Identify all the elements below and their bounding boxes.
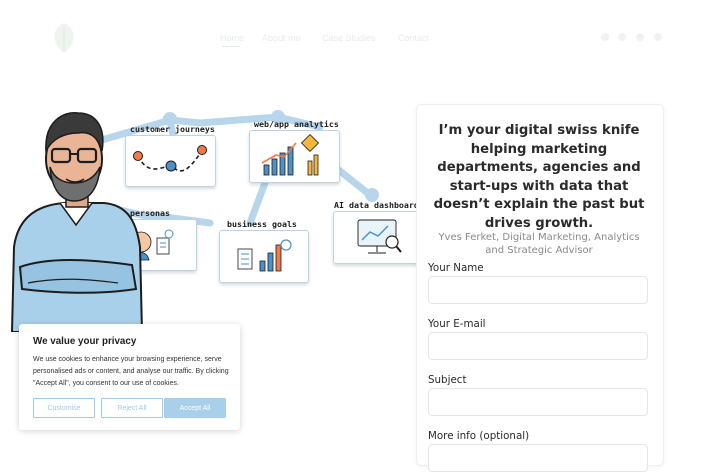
bar-chart-icon — [261, 133, 320, 176]
author-byline: Yves Ferket, Digital Marketing, Analytic… — [438, 232, 640, 256]
subject-field[interactable] — [428, 388, 648, 416]
email-field[interactable] — [428, 332, 648, 360]
nav-case-studies[interactable]: Case Studies — [322, 33, 376, 43]
customise-button[interactable]: Customise — [33, 398, 95, 418]
nav-active-underline — [222, 46, 240, 47]
globe-icon[interactable] — [636, 33, 644, 41]
subject-label: Subject — [428, 374, 467, 386]
cookie-consent-banner: We value your privacy We use cookies to … — [19, 324, 240, 430]
name-field[interactable] — [428, 276, 648, 304]
hero-illustration: customer journeys web/app analytics pers… — [0, 95, 430, 335]
card-ai-dashboards — [333, 211, 423, 264]
label-web-app-analytics: web/app analytics — [254, 119, 339, 129]
email-label: Your E-mail — [428, 318, 486, 330]
site-header: Home About me Case Studies Contact — [0, 0, 720, 80]
card-business-goals — [219, 230, 309, 283]
dashboard-monitor-icon — [357, 219, 402, 254]
label-ai-dashboards: AI data dashboards — [334, 200, 424, 210]
menu-icon[interactable] — [654, 33, 662, 41]
more-info-label: More info (optional) — [428, 430, 530, 442]
nav-home[interactable]: Home — [220, 33, 244, 43]
linkedin-icon[interactable] — [601, 33, 609, 41]
cookie-description: We use cookies to enhance your browsing … — [33, 356, 229, 387]
name-label: Your Name — [428, 262, 484, 274]
label-business-goals: business goals — [227, 219, 297, 229]
nav-about[interactable]: About me — [262, 33, 301, 43]
accept-all-button[interactable]: Accept All — [164, 398, 226, 418]
nav-contact[interactable]: Contact — [398, 33, 429, 43]
advisor-character-illustration — [10, 112, 143, 332]
mail-icon[interactable] — [618, 33, 626, 41]
leaf-logo-icon[interactable] — [44, 20, 84, 56]
cookie-title: We value your privacy — [33, 336, 137, 347]
more-info-field[interactable] — [428, 444, 648, 472]
goals-chart-icon — [237, 239, 292, 272]
card-web-app-analytics — [249, 130, 340, 183]
reject-all-button[interactable]: Reject All — [101, 398, 163, 418]
page-headline: I’m your digital swiss knife helping mar… — [433, 123, 645, 231]
